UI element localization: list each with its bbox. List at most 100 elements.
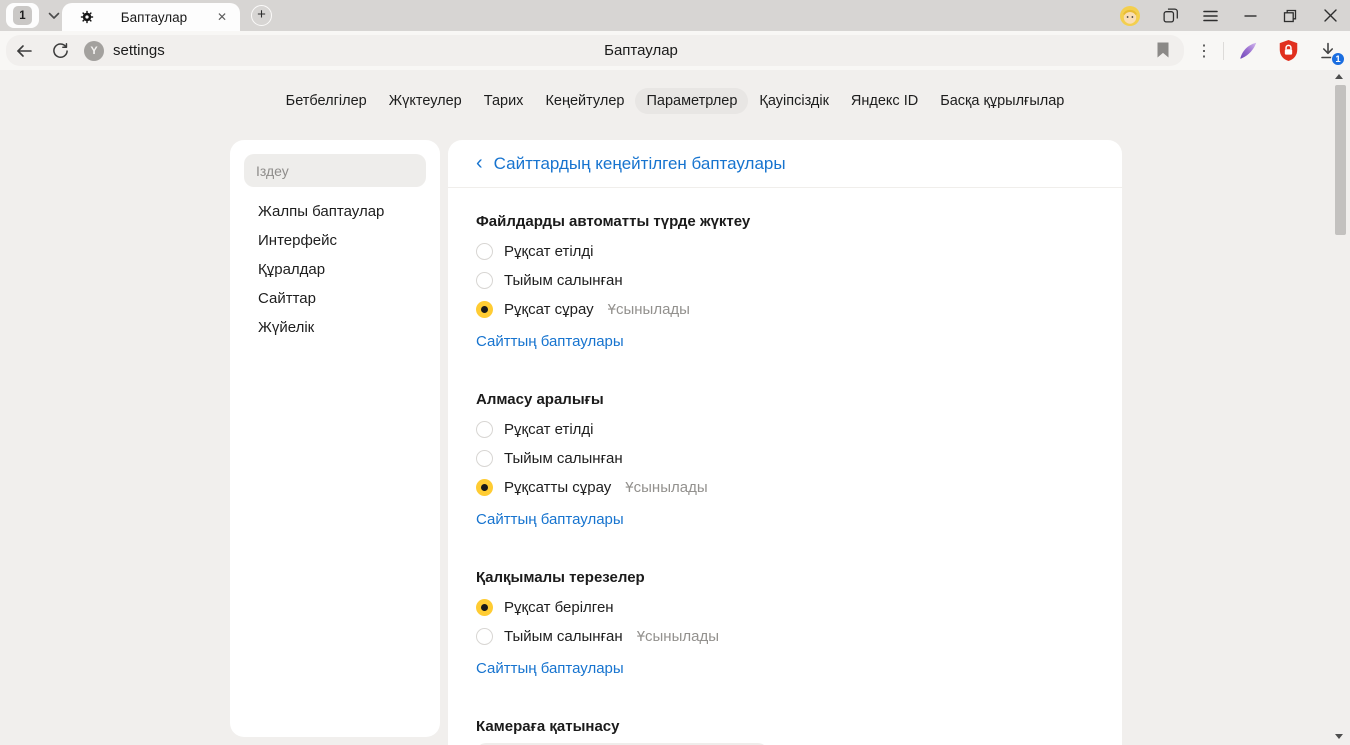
downloads-button[interactable]: 1 [1308, 31, 1348, 70]
radio-selected-icon [476, 301, 493, 318]
section-title: Камераға қатынасу [476, 716, 1094, 737]
radio-icon [476, 421, 493, 438]
tab-history[interactable]: Тарих [473, 88, 535, 114]
option-label: Тыйым салынған [504, 273, 623, 288]
sidebar-item-tools[interactable]: Құралдар [244, 255, 426, 284]
window-restore-button[interactable] [1270, 0, 1310, 31]
url-text[interactable]: settings [113, 42, 165, 59]
tab-yandex-id[interactable]: Яндекс ID [840, 88, 929, 114]
tab-title: Баптаулар [94, 10, 214, 25]
option-label: Рұқсат берілген [504, 600, 614, 615]
option-label: Рұқсат етілді [504, 422, 594, 437]
reload-icon [52, 42, 69, 59]
settings-page: Бетбелгілер Жүктеулер Тарих Кеңейтулер П… [0, 70, 1350, 745]
scrollbar-thumb[interactable] [1335, 85, 1346, 235]
minimize-icon [1244, 15, 1257, 17]
profile-avatar[interactable] [1110, 0, 1150, 31]
radio-option[interactable]: Рұқсат етілді [476, 237, 1094, 266]
avatar-icon [1120, 6, 1140, 26]
option-label: Рұқсатты сұрау [504, 480, 611, 495]
section-title: Файлдарды автоматты түрде жүктеу [476, 211, 1094, 232]
site-settings-link[interactable]: Сайттың баптаулары [476, 658, 624, 679]
gear-icon [80, 10, 94, 24]
scrollbar-up-arrow[interactable] [1335, 74, 1343, 79]
section-auto-download: Файлдарды автоматты түрде жүктеу Рұқсат … [476, 211, 1094, 352]
back-button[interactable] [6, 35, 42, 66]
browser-toolbar: Y settings Баптаулар ⋮ [0, 31, 1350, 70]
settings-main-panel: ‹ Сайттардың кеңейтілген баптаулары Файл… [448, 140, 1122, 745]
page-title: Сайттардың кеңейтілген баптаулары [494, 154, 786, 174]
sidebar-list: Жалпы баптаулар Интерфейс Құралдар Сайтт… [244, 197, 426, 342]
radio-option[interactable]: Рұқсат сұрау Ұсынылады [476, 295, 1094, 324]
reload-button[interactable] [42, 35, 78, 66]
toolbar-right-icons: ⋮ [1189, 31, 1348, 70]
option-label: Тыйым салынған [504, 629, 623, 644]
recommended-hint: Ұсынылады [608, 302, 690, 317]
windows-stack-icon [1162, 7, 1179, 24]
section-title: Алмасу аралығы [476, 389, 1094, 410]
scrollbar-down-arrow[interactable] [1335, 734, 1343, 739]
more-options-button[interactable]: ⋮ [1189, 41, 1219, 61]
browser-window: 1 Баптаулар ✕ + [0, 0, 1350, 745]
settings-sections: Файлдарды автоматты түрде жүктеу Рұқсат … [448, 188, 1122, 745]
settings-nav-tabs: Бетбелгілер Жүктеулер Тарих Кеңейтулер П… [0, 88, 1350, 114]
sidebar-item-interface[interactable]: Интерфейс [244, 226, 426, 255]
option-label: Рұқсат сұрау [504, 302, 594, 317]
tab-bookmarks[interactable]: Бетбелгілер [275, 88, 378, 114]
chevron-down-icon [48, 12, 60, 20]
address-bar-page-title: Баптаулар [604, 35, 678, 66]
site-favicon: Y [84, 41, 104, 61]
radio-selected-icon [476, 479, 493, 496]
tab-other-devices[interactable]: Басқа құрылғылар [929, 88, 1075, 114]
toolbar-divider [1223, 42, 1224, 60]
browser-tab-settings[interactable]: Баптаулар ✕ [62, 3, 240, 31]
radio-option[interactable]: Тыйым салынған Ұсынылады [476, 622, 1094, 651]
section-clipboard: Алмасу аралығы Рұқсат етілді Тыйым салын… [476, 389, 1094, 530]
tab-groups-button[interactable] [1150, 0, 1190, 31]
new-tab-button[interactable]: + [251, 5, 272, 26]
search-input[interactable] [244, 154, 426, 187]
radio-icon [476, 243, 493, 260]
tab-extensions[interactable]: Кеңейтулер [534, 88, 635, 114]
tab-security[interactable]: Қауіпсіздік [748, 88, 840, 114]
sidebar-item-general[interactable]: Жалпы баптаулар [244, 197, 426, 226]
recommended-hint: Ұсынылады [637, 629, 719, 644]
protect-button[interactable] [1268, 31, 1308, 70]
tab-settings[interactable]: Параметрлер [635, 88, 748, 114]
radio-option[interactable]: Рұқсат етілді [476, 415, 1094, 444]
window-close-button[interactable] [1310, 0, 1350, 31]
radio-selected-icon [476, 599, 493, 616]
bookmark-icon [1156, 41, 1170, 59]
address-bar[interactable]: Y settings Баптаулар [6, 35, 1184, 66]
tab-bar: 1 Баптаулар ✕ + [0, 0, 1350, 31]
browser-menu-button[interactable] [1190, 0, 1230, 31]
back-arrow-icon [15, 43, 33, 59]
section-title: Қалқымалы терезелер [476, 567, 1094, 588]
radio-icon [476, 628, 493, 645]
downloads-badge: 1 [1331, 52, 1345, 66]
advanced-site-settings-header[interactable]: ‹ Сайттардың кеңейтілген баптаулары [448, 140, 1122, 188]
radio-option[interactable]: Тыйым салынған [476, 266, 1094, 295]
bookmark-button[interactable] [1156, 41, 1170, 64]
tab-close-icon[interactable]: ✕ [214, 10, 230, 24]
tab-downloads[interactable]: Жүктеулер [378, 88, 473, 114]
site-settings-link[interactable]: Сайттың баптаулары [476, 331, 624, 352]
tab-counter-button[interactable]: 1 [6, 3, 39, 28]
radio-icon [476, 272, 493, 289]
settings-sidebar: Жалпы баптаулар Интерфейс Құралдар Сайтт… [230, 140, 440, 737]
site-settings-link[interactable]: Сайттың баптаулары [476, 509, 624, 530]
sidebar-item-system[interactable]: Жүйелік [244, 313, 426, 342]
close-icon [1324, 9, 1337, 22]
radio-option[interactable]: Рұқсат берілген [476, 593, 1094, 622]
sidebar-item-sites[interactable]: Сайттар [244, 284, 426, 313]
window-minimize-button[interactable] [1230, 0, 1270, 31]
radio-option[interactable]: Рұқсатты сұрау Ұсынылады [476, 473, 1094, 502]
restore-icon [1283, 9, 1297, 23]
hamburger-icon [1203, 10, 1218, 22]
window-controls [1110, 0, 1350, 31]
option-label: Рұқсат етілді [504, 244, 594, 259]
option-label: Тыйым салынған [504, 451, 623, 466]
neuro-summary-button[interactable] [1228, 31, 1268, 70]
radio-option[interactable]: Тыйым салынған [476, 444, 1094, 473]
feather-icon [1237, 40, 1259, 62]
